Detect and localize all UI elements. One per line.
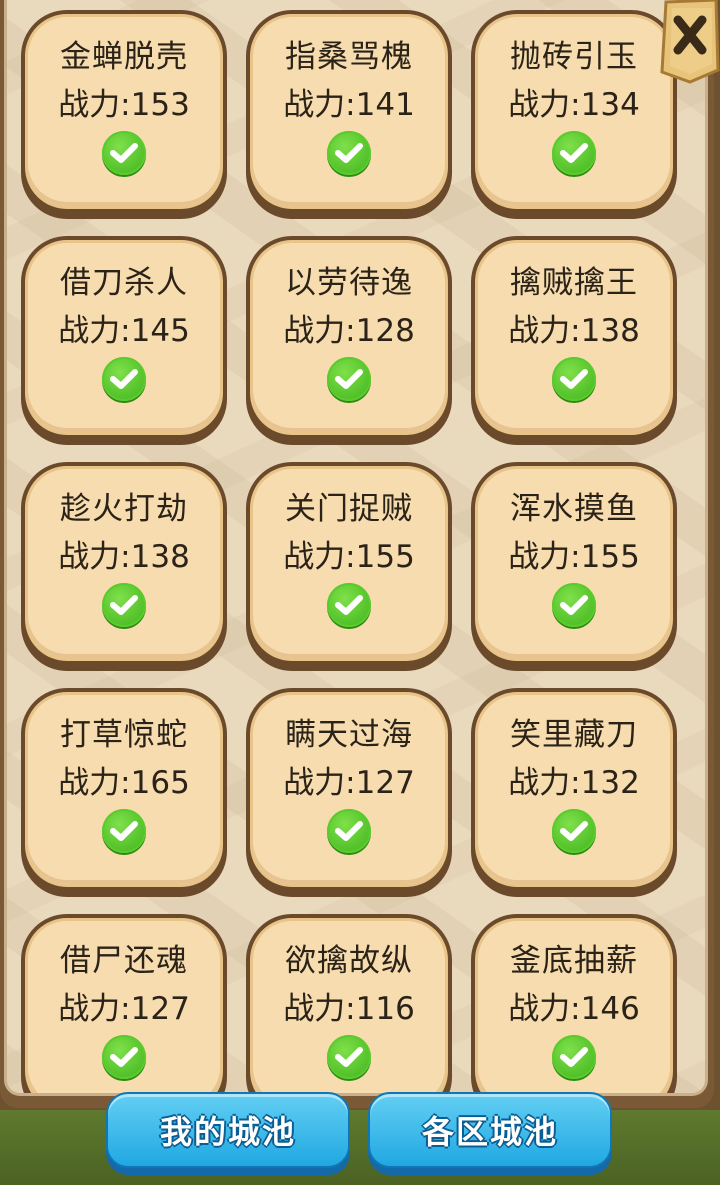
city-card[interactable]: 指桑骂槐 战力:141 bbox=[246, 10, 452, 219]
city-power: 战力:153 bbox=[58, 87, 190, 123]
stratagem-grid: 金蝉脱壳 战力:153 指桑骂槐 战力:141 抛砖引玉 战力:134 借刀杀人… bbox=[21, 10, 691, 1093]
check-icon bbox=[552, 131, 596, 175]
city-name: 关门捉贼 bbox=[285, 491, 413, 527]
city-card[interactable]: 趁火打劫 战力:138 bbox=[21, 462, 227, 671]
city-card[interactable]: 瞒天过海 战力:127 bbox=[246, 688, 452, 897]
city-name: 抛砖引玉 bbox=[510, 39, 638, 75]
city-card[interactable]: 擒贼擒王 战力:138 bbox=[471, 236, 677, 445]
city-name: 以劳待逸 bbox=[285, 265, 413, 301]
city-name: 趁火打劫 bbox=[60, 491, 188, 527]
check-icon bbox=[552, 583, 596, 627]
city-power: 战力:138 bbox=[508, 313, 640, 349]
city-name: 借刀杀人 bbox=[60, 265, 188, 301]
city-name: 打草惊蛇 bbox=[60, 717, 188, 753]
check-icon bbox=[102, 809, 146, 853]
check-icon bbox=[327, 131, 371, 175]
check-icon bbox=[327, 1035, 371, 1079]
check-icon bbox=[552, 809, 596, 853]
all-regions-label: 各区城池 bbox=[421, 1113, 558, 1151]
city-name: 擒贼擒王 bbox=[510, 265, 638, 301]
city-card[interactable]: 笑里藏刀 战力:132 bbox=[471, 688, 677, 897]
city-name: 指桑骂槐 bbox=[285, 39, 413, 75]
city-card[interactable]: 釜底抽薪 战力:146 bbox=[471, 914, 677, 1093]
my-cities-button[interactable]: 我的城池 bbox=[106, 1092, 350, 1168]
city-name: 金蝉脱壳 bbox=[60, 39, 188, 75]
city-card[interactable]: 打草惊蛇 战力:165 bbox=[21, 688, 227, 897]
city-power: 战力:116 bbox=[283, 991, 415, 1027]
city-card[interactable]: 金蝉脱壳 战力:153 bbox=[21, 10, 227, 219]
all-regions-button[interactable]: 各区城池 bbox=[368, 1092, 612, 1168]
check-icon bbox=[102, 1035, 146, 1079]
city-name: 釜底抽薪 bbox=[510, 943, 638, 979]
city-power: 战力:127 bbox=[58, 991, 190, 1027]
city-power: 战力:141 bbox=[283, 87, 415, 123]
city-power: 战力:132 bbox=[508, 765, 640, 801]
city-name: 借尸还魂 bbox=[60, 943, 188, 979]
check-icon bbox=[552, 357, 596, 401]
check-icon bbox=[327, 809, 371, 853]
city-name: 浑水摸鱼 bbox=[510, 491, 638, 527]
check-icon bbox=[102, 357, 146, 401]
check-icon bbox=[327, 357, 371, 401]
city-power: 战力:155 bbox=[508, 539, 640, 575]
check-icon bbox=[552, 1035, 596, 1079]
city-card[interactable]: 欲擒故纵 战力:116 bbox=[246, 914, 452, 1093]
my-cities-label: 我的城池 bbox=[159, 1113, 296, 1151]
check-icon bbox=[102, 131, 146, 175]
check-icon bbox=[327, 583, 371, 627]
city-card[interactable]: 浑水摸鱼 战力:155 bbox=[471, 462, 677, 671]
city-power: 战力:145 bbox=[58, 313, 190, 349]
city-card[interactable]: 抛砖引玉 战力:134 bbox=[471, 10, 677, 219]
city-power: 战力:146 bbox=[508, 991, 640, 1027]
city-card[interactable]: 借尸还魂 战力:127 bbox=[21, 914, 227, 1093]
city-power: 战力:134 bbox=[508, 87, 640, 123]
city-power: 战力:155 bbox=[283, 539, 415, 575]
city-power: 战力:127 bbox=[283, 765, 415, 801]
close-button[interactable] bbox=[660, 0, 720, 84]
city-card[interactable]: 以劳待逸 战力:128 bbox=[246, 236, 452, 445]
close-icon bbox=[660, 0, 720, 84]
city-name: 瞒天过海 bbox=[285, 717, 413, 753]
city-card[interactable]: 关门捉贼 战力:155 bbox=[246, 462, 452, 671]
city-power: 战力:128 bbox=[283, 313, 415, 349]
city-power: 战力:138 bbox=[58, 539, 190, 575]
city-name: 笑里藏刀 bbox=[510, 717, 638, 753]
city-name: 欲擒故纵 bbox=[285, 943, 413, 979]
city-card[interactable]: 借刀杀人 战力:145 bbox=[21, 236, 227, 445]
city-list-panel: 金蝉脱壳 战力:153 指桑骂槐 战力:141 抛砖引玉 战力:134 借刀杀人… bbox=[4, 0, 708, 1096]
city-power: 战力:165 bbox=[58, 765, 190, 801]
check-icon bbox=[102, 583, 146, 627]
